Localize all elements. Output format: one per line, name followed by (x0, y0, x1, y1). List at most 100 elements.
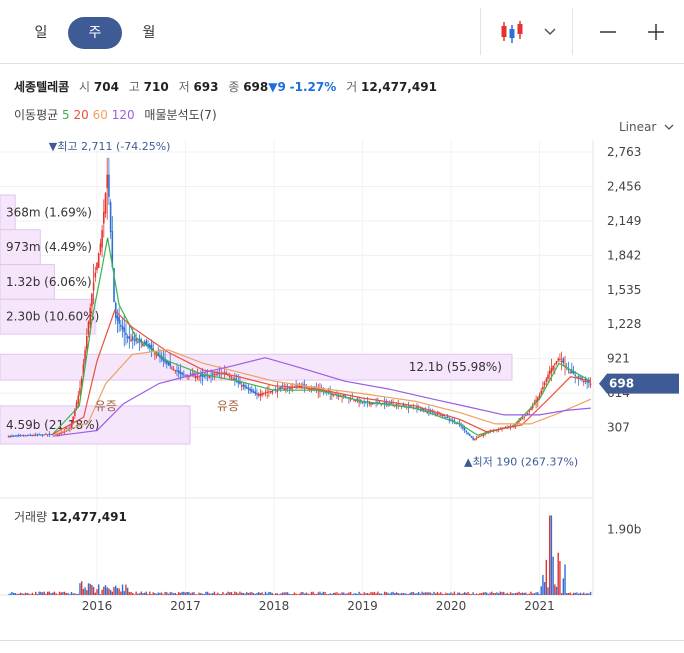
volume-bar (230, 592, 233, 595)
close-value: 698 (243, 80, 269, 94)
volume-bar (252, 593, 255, 595)
volume-bar (329, 593, 331, 595)
volume-bar (35, 591, 37, 595)
zoom-in-button[interactable] (636, 14, 676, 50)
candle-body (261, 393, 263, 396)
ma120-label[interactable]: 120 (112, 108, 135, 122)
volume-bar (465, 592, 468, 595)
price-chart[interactable]: 368m (1.69%) 973m (4.49%) 1.32b (6.06%) 2.3… (0, 140, 684, 640)
volume-bar (273, 594, 275, 595)
volume-bar (572, 592, 575, 595)
volume-bar (69, 594, 71, 595)
volume-bar (171, 592, 173, 595)
candle-body (242, 384, 245, 387)
volume-profile-label[interactable]: 매물분석도(7) (144, 108, 216, 122)
volume-bar (234, 591, 236, 595)
volume-bar (560, 593, 563, 595)
candle-body (368, 402, 371, 404)
volume-bar (584, 593, 587, 595)
volume-bar (167, 593, 170, 595)
ma5-label[interactable]: 5 (62, 108, 70, 122)
volume-bar (535, 592, 537, 595)
y-tick-label: 2,456 (607, 179, 641, 193)
period-day-button[interactable]: 일 (26, 17, 56, 49)
volume-bar (434, 593, 437, 595)
volume-bar (120, 591, 122, 595)
volume-bar (545, 559, 548, 595)
candle-body (154, 352, 156, 355)
volume-bar (431, 593, 433, 595)
volume-bar (259, 593, 262, 595)
candle-body (569, 371, 571, 373)
volume-bar (424, 592, 427, 595)
volume-bar (501, 592, 503, 595)
volume-bar (177, 592, 180, 595)
candle-body (542, 386, 544, 390)
ma60-label[interactable]: 60 (93, 108, 108, 122)
volume-bar (348, 592, 350, 595)
zoom-out-button[interactable] (588, 14, 628, 50)
candle-body (91, 293, 93, 307)
volume-bar (132, 592, 134, 595)
volume-bar (244, 593, 246, 595)
scale-selector[interactable]: Linear (619, 120, 674, 134)
toolbar-divider (480, 8, 481, 55)
low-annotation: ▲최저 190 (267.37%) (464, 456, 578, 469)
volume-bar (508, 593, 510, 595)
y-tick-label: 1,842 (607, 248, 641, 262)
minus-icon (600, 31, 616, 33)
volume-bar (133, 594, 136, 595)
volume-bar (281, 592, 284, 595)
volume-bar (162, 594, 165, 595)
volume-bar (557, 552, 559, 595)
volume-bar (82, 588, 85, 595)
volume-bar (103, 586, 105, 595)
candle-body (467, 432, 469, 434)
volume-bar (513, 593, 515, 595)
open-label: 시 (79, 80, 91, 94)
volume-bar (385, 592, 388, 595)
volume-bar (327, 594, 330, 595)
volume-bar (40, 591, 42, 595)
volume-bar (283, 592, 285, 595)
volume-bar (339, 593, 342, 595)
candle-body (131, 336, 134, 341)
open-value: 704 (93, 80, 119, 94)
candle-body (278, 387, 280, 390)
volume-bar (341, 592, 343, 595)
volume-bar (150, 594, 153, 595)
low-label: 저 (178, 80, 190, 94)
volume-bar (344, 593, 347, 595)
volume-bar (446, 593, 449, 595)
ma20-label[interactable]: 20 (73, 108, 88, 122)
candle-body (130, 339, 132, 342)
volume-bar (450, 592, 452, 595)
chart-type-dropdown[interactable] (530, 14, 570, 50)
period-week-button[interactable]: 주 (68, 17, 122, 49)
volume-bar (261, 592, 263, 595)
volume-bar (275, 593, 277, 595)
current-price-label: 698 (609, 377, 634, 391)
volume-bar (554, 584, 556, 595)
period-month-button[interactable]: 월 (134, 17, 164, 49)
volume-bar (549, 515, 551, 595)
y-tick-label: 1,228 (607, 317, 641, 331)
candle-body (286, 387, 289, 389)
candle-body (104, 193, 107, 214)
volume-bar (48, 591, 51, 595)
volume-bar (52, 592, 54, 595)
volume-bar (206, 591, 209, 595)
volume-bar (256, 592, 258, 595)
volume-bar (406, 593, 408, 595)
event-marker: 유증 (95, 399, 117, 413)
volume-bar (550, 515, 553, 595)
candle-body (9, 435, 12, 437)
chart-type-button[interactable] (492, 14, 532, 50)
plus-icon (648, 24, 664, 40)
volume-bar (358, 591, 360, 595)
candle-body (560, 361, 563, 363)
candle-body (191, 375, 194, 377)
volume-bar (111, 591, 114, 595)
candle-body (280, 387, 282, 390)
volume-bar (496, 592, 498, 595)
